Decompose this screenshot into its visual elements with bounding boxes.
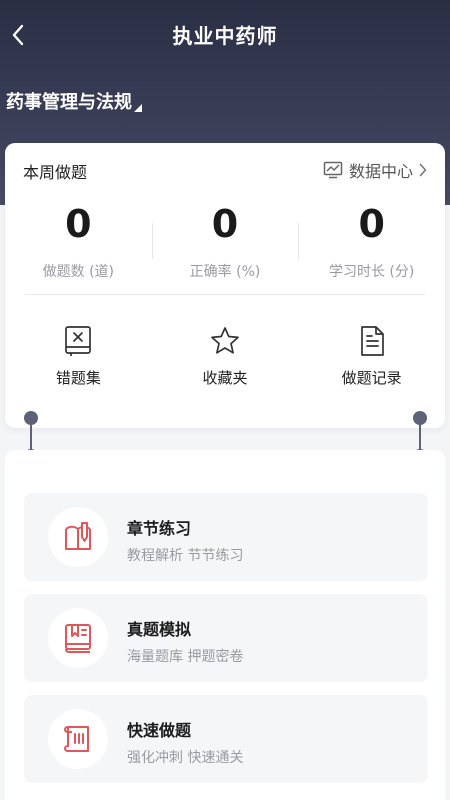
nav-bar: 执业中药师: [0, 0, 450, 70]
dropdown-triangle-icon: [134, 104, 142, 112]
stat-label: 正确率 (%): [189, 264, 261, 280]
stat-value: 0: [358, 202, 385, 246]
chapter-icon: [48, 507, 108, 567]
tool-label: 错题集: [55, 369, 101, 387]
weekly-practice-card: 本周做题 数据中心 0 做题数 (道) 0 正确率 (%) 0 学习时长 (分): [5, 143, 445, 428]
stats-row: 0 做题数 (道) 0 正确率 (%) 0 学习时长 (分): [5, 201, 445, 287]
quick-practice-item[interactable]: 快速做题 强化冲刺 快速通关: [24, 695, 428, 783]
practice-modes-card: 章节练习 教程解析 节节练习 真题模拟 海量题库 押题密卷 快速做题 强化冲刺 …: [5, 450, 445, 800]
practice-records-button[interactable]: 做题记录: [298, 325, 445, 388]
tool-label: 做题记录: [341, 369, 402, 387]
mode-desc: 海量题库 押题密卷: [127, 649, 244, 665]
wrong-book-icon: [65, 326, 92, 356]
data-center-link[interactable]: 数据中心: [323, 158, 433, 182]
chevron-right-icon: [419, 163, 427, 177]
subject-selector[interactable]: 药事管理与法规: [6, 88, 142, 114]
divider: [298, 223, 300, 259]
favorites-button[interactable]: 收藏夹: [152, 325, 299, 388]
chapter-practice-item[interactable]: 章节练习 教程解析 节节练习: [24, 493, 428, 581]
stat-label: 学习时长 (分): [328, 264, 415, 280]
mode-title: 快速做题: [127, 721, 192, 740]
tools-row: 错题集 收藏夹 做题记录: [5, 325, 445, 388]
stat-question-count: 0 做题数 (道): [5, 201, 152, 287]
scroll-icon: [48, 709, 108, 769]
star-icon: [211, 327, 239, 354]
data-center-label: 数据中心: [348, 162, 413, 181]
stat-value: 0: [211, 202, 239, 246]
wrong-questions-button[interactable]: 错题集: [5, 325, 152, 388]
stat-value: 0: [65, 202, 92, 246]
mode-desc: 教程解析 节节练习: [127, 548, 244, 564]
stat-label: 做题数 (道): [42, 264, 115, 280]
tool-label: 收藏夹: [202, 369, 248, 387]
weekly-title: 本周做题: [23, 163, 88, 182]
mode-title: 真题模拟: [127, 620, 192, 639]
chart-icon: [323, 161, 343, 179]
divider: [25, 294, 425, 295]
stat-accuracy: 0 正确率 (%): [151, 201, 299, 287]
stat-study-time: 0 学习时长 (分): [298, 201, 445, 287]
past-exam-item[interactable]: 真题模拟 海量题库 押题密卷: [24, 594, 428, 682]
mode-desc: 强化冲刺 快速通关: [127, 750, 244, 766]
document-icon: [360, 326, 384, 356]
mode-title: 章节练习: [127, 519, 192, 538]
subject-label: 药事管理与法规: [6, 92, 132, 113]
page-title: 执业中药师: [172, 24, 278, 48]
book-icon: [48, 608, 108, 668]
divider: [151, 223, 153, 259]
